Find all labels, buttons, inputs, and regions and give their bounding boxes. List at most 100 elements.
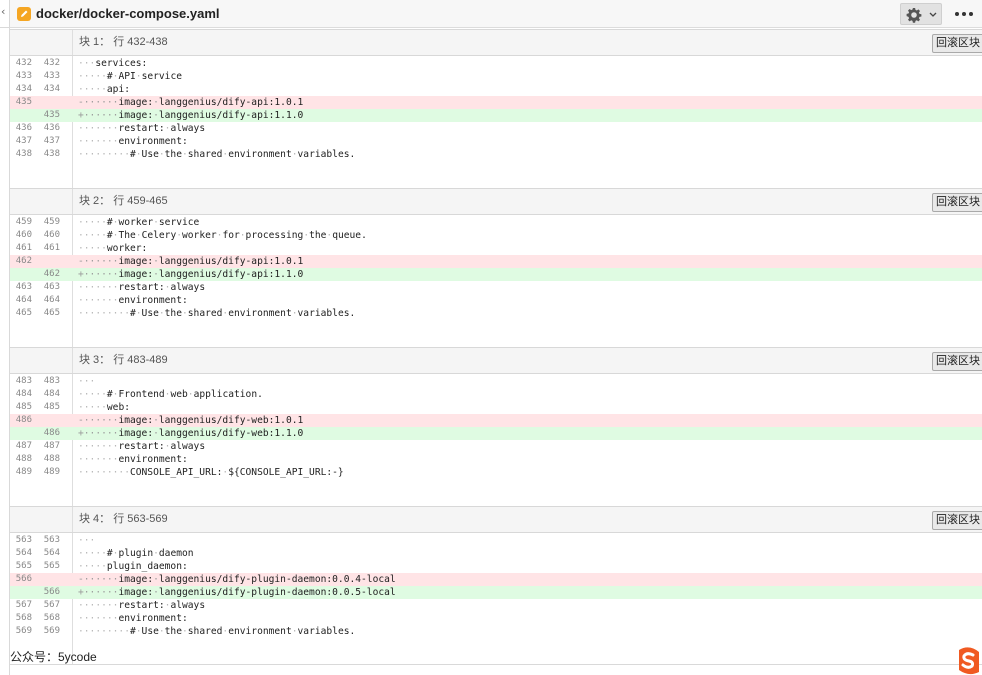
whitespace-marker: ······· [78,123,119,134]
hunk-header: 块 1： 行 432-438 回滚区块 [10,29,982,56]
code-line: ·····worker: [78,242,147,255]
code-line: ·········#·Use·the·shared·environment·va… [78,625,355,638]
hunk-header-gutter [10,507,73,532]
code-line: ·····#·The·Celery·worker·for·processing·… [78,229,367,242]
whitespace-marker: +······ [78,428,119,439]
whitespace-marker: · [181,626,188,637]
hunk-header-gutter [10,30,73,55]
code-text: environment: [118,295,188,306]
old-line-number: 483 [15,376,32,386]
context-line: 488 488 ·······environment: [10,453,982,466]
code-line: -······image:·langgenius/dify-api:1.0.1 [78,96,303,109]
code-line: ·········#·Use·the·shared·environment·va… [78,307,355,320]
whitespace-marker: +······ [78,587,119,598]
settings-dropdown-button[interactable] [900,3,942,25]
old-line-number: 435 [15,97,32,107]
old-line-number: 459 [15,217,32,227]
code-line: +······image:·langgenius/dify-web:1.1.0 [78,427,303,440]
new-line-number: 434 [43,84,60,94]
revert-hunk-button[interactable]: 回滚区块 [932,511,982,530]
chevron-left-icon[interactable]: ‹ [1,5,5,19]
new-line-number: 464 [43,295,60,305]
diff-hunk: 块 1： 行 432-438 回滚区块 432 432 ···services: 433 4… [10,29,982,188]
whitespace-marker: ······· [78,295,119,306]
whitespace-marker: ····· [78,548,107,559]
new-line-number: 459 [43,217,60,227]
whitespace-marker: · [112,389,119,400]
more-options-button[interactable] [954,3,976,25]
code-text: #·Use·the·shared·environment·variables. [129,626,356,637]
whitespace-marker: · [153,217,159,228]
sogou-logo-icon [959,647,979,675]
old-line-number: 437 [15,136,32,146]
code-text: environment: [118,136,188,147]
code-text: image:·langgenius/dify-api:1.0.1 [118,256,304,267]
whitespace-marker: · [222,467,229,478]
gear-icon [906,8,922,23]
old-line-number: 433 [15,71,32,81]
watermark-text: 公众号：5ycode [10,650,97,664]
hunk-header: 块 4： 行 563-569 回滚区块 [10,506,982,533]
whitespace-marker: ··· [78,376,96,387]
old-line-number: 486 [15,415,32,425]
code-text: restart:·always [118,123,206,134]
context-line: 437 437 ·······environment: [10,135,982,148]
whitespace-marker: · [153,97,159,108]
whitespace-marker: · [158,308,165,319]
code-line: ·······restart:·always [78,281,205,294]
code-line: ·····#·worker·service [78,216,199,229]
code-text: image:·langgenius/dify-web:1.0.1 [118,415,304,426]
code-text: #·The·Celery·worker·for·processing·the·q… [106,230,367,241]
left-edge-top: ‹ [0,0,10,28]
code-text: #·Use·the·shared·environment·variables. [129,308,356,319]
code-text: worker: [106,243,148,254]
revert-hunk-button[interactable]: 回滚区块 [932,352,982,371]
whitespace-marker: · [153,428,159,439]
whitespace-marker: · [222,308,229,319]
old-line-number: 563 [15,535,32,545]
more-dot [969,12,973,16]
whitespace-marker: · [181,308,188,319]
whitespace-marker: · [112,71,119,82]
old-line-number: 485 [15,402,32,412]
whitespace-marker: · [153,269,159,280]
whitespace-marker: -······ [78,415,119,426]
old-line-number: 436 [15,123,32,133]
added-line: 486 +······image:·langgenius/dify-web:1.1… [10,427,982,440]
context-line: 489 489 ·········CONSOLE_API_URL:·${CONSOL… [10,466,982,479]
code-text: api: [106,84,130,95]
new-line-number: 485 [43,402,60,412]
whitespace-marker: ····· [78,389,107,400]
hunk-header: 块 2： 行 459-465 回滚区块 [10,188,982,215]
hunk-title: 块 2： 行 459-465 [79,195,168,207]
old-line-number: 462 [15,256,32,266]
whitespace-marker: ······· [78,613,119,624]
pencil-icon [17,7,31,21]
whitespace-marker: ······· [78,282,119,293]
code-text: #·Frontend·web·application. [106,389,263,400]
new-line-number: 486 [43,428,60,438]
new-line-number: 435 [43,110,60,120]
new-line-number: 483 [43,376,60,386]
whitespace-marker: ········· [78,626,130,637]
code-line: ·······restart:·always [78,599,205,612]
whitespace-marker: · [135,308,142,319]
revert-hunk-button[interactable]: 回滚区块 [932,34,982,53]
whitespace-marker: · [239,230,246,241]
added-line: 462 +······image:·langgenius/dify-api:1.1… [10,268,982,281]
added-line: 435 +······image:·langgenius/dify-api:1.1… [10,109,982,122]
code-line: ·····#·API·service [78,70,182,83]
whitespace-marker: +······ [78,269,119,280]
whitespace-marker: · [153,256,159,267]
new-line-number: 569 [43,626,60,636]
new-line-number: 488 [43,454,60,464]
whitespace-marker: · [216,230,223,241]
context-line: 564 564 ·····#·plugin·daemon [10,547,982,560]
whitespace-marker: · [158,149,165,160]
whitespace-marker: · [303,230,310,241]
revert-hunk-button[interactable]: 回滚区块 [932,193,982,212]
new-line-number: 460 [43,230,60,240]
whitespace-marker: · [291,149,298,160]
old-line-number: 460 [15,230,32,240]
whitespace-marker: · [164,441,171,452]
